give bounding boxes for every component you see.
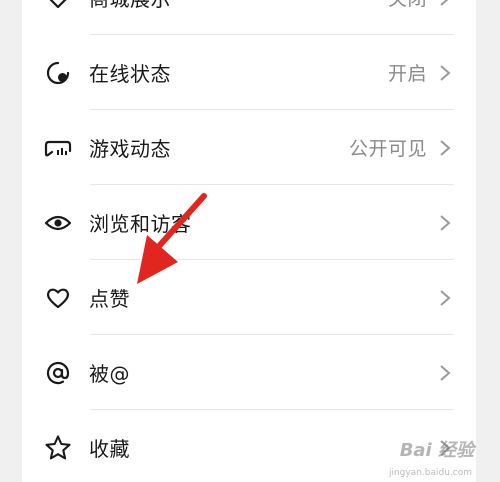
eye-icon (44, 209, 72, 237)
chevron-right-icon (440, 139, 451, 156)
settings-item-likes[interactable]: 点赞 (22, 260, 476, 335)
settings-item-label: 商城展示 (89, 0, 171, 12)
chevron-right-icon (440, 0, 448, 6)
chevron-right-icon (440, 364, 451, 381)
settings-item-value: 公开可见 (348, 138, 427, 160)
settings-item-game-activity[interactable]: 游戏动态 公开可见 (22, 110, 476, 185)
settings-item-label: 浏览和访客 (89, 212, 192, 236)
gamepad-icon (44, 134, 72, 162)
settings-item-label: 游戏动态 (89, 137, 171, 161)
star-icon (44, 434, 72, 462)
settings-item-online-status[interactable]: 在线状态 开启 (22, 35, 476, 110)
settings-item-label: 被@ (89, 362, 130, 386)
settings-list: 商城展示 关闭 在线状态 开启 (22, 0, 476, 482)
chevron-right-icon (440, 64, 451, 81)
settings-item-value: 关闭 (388, 0, 427, 11)
watermark: Bai 经验 (399, 440, 474, 461)
chevron-right-icon (440, 214, 451, 231)
settings-item-views-visitors[interactable]: 浏览和访客 (22, 185, 476, 260)
heart-icon (44, 284, 72, 312)
online-status-icon (44, 59, 72, 87)
watermark-url: jingyan.baidu.com (388, 468, 472, 478)
heart-shield-icon (44, 0, 72, 12)
settings-item-value: 开启 (387, 63, 427, 85)
at-icon (44, 359, 72, 387)
settings-page: 商城展示 关闭 在线状态 开启 (0, 0, 500, 482)
settings-item-mentions[interactable]: 被@ (22, 335, 476, 410)
settings-item-mall-display[interactable]: 商城展示 关闭 (22, 0, 476, 35)
chevron-right-icon (440, 289, 451, 306)
settings-item-label: 点赞 (89, 287, 130, 311)
settings-item-label: 收藏 (89, 437, 130, 461)
settings-item-label: 在线状态 (89, 62, 171, 86)
